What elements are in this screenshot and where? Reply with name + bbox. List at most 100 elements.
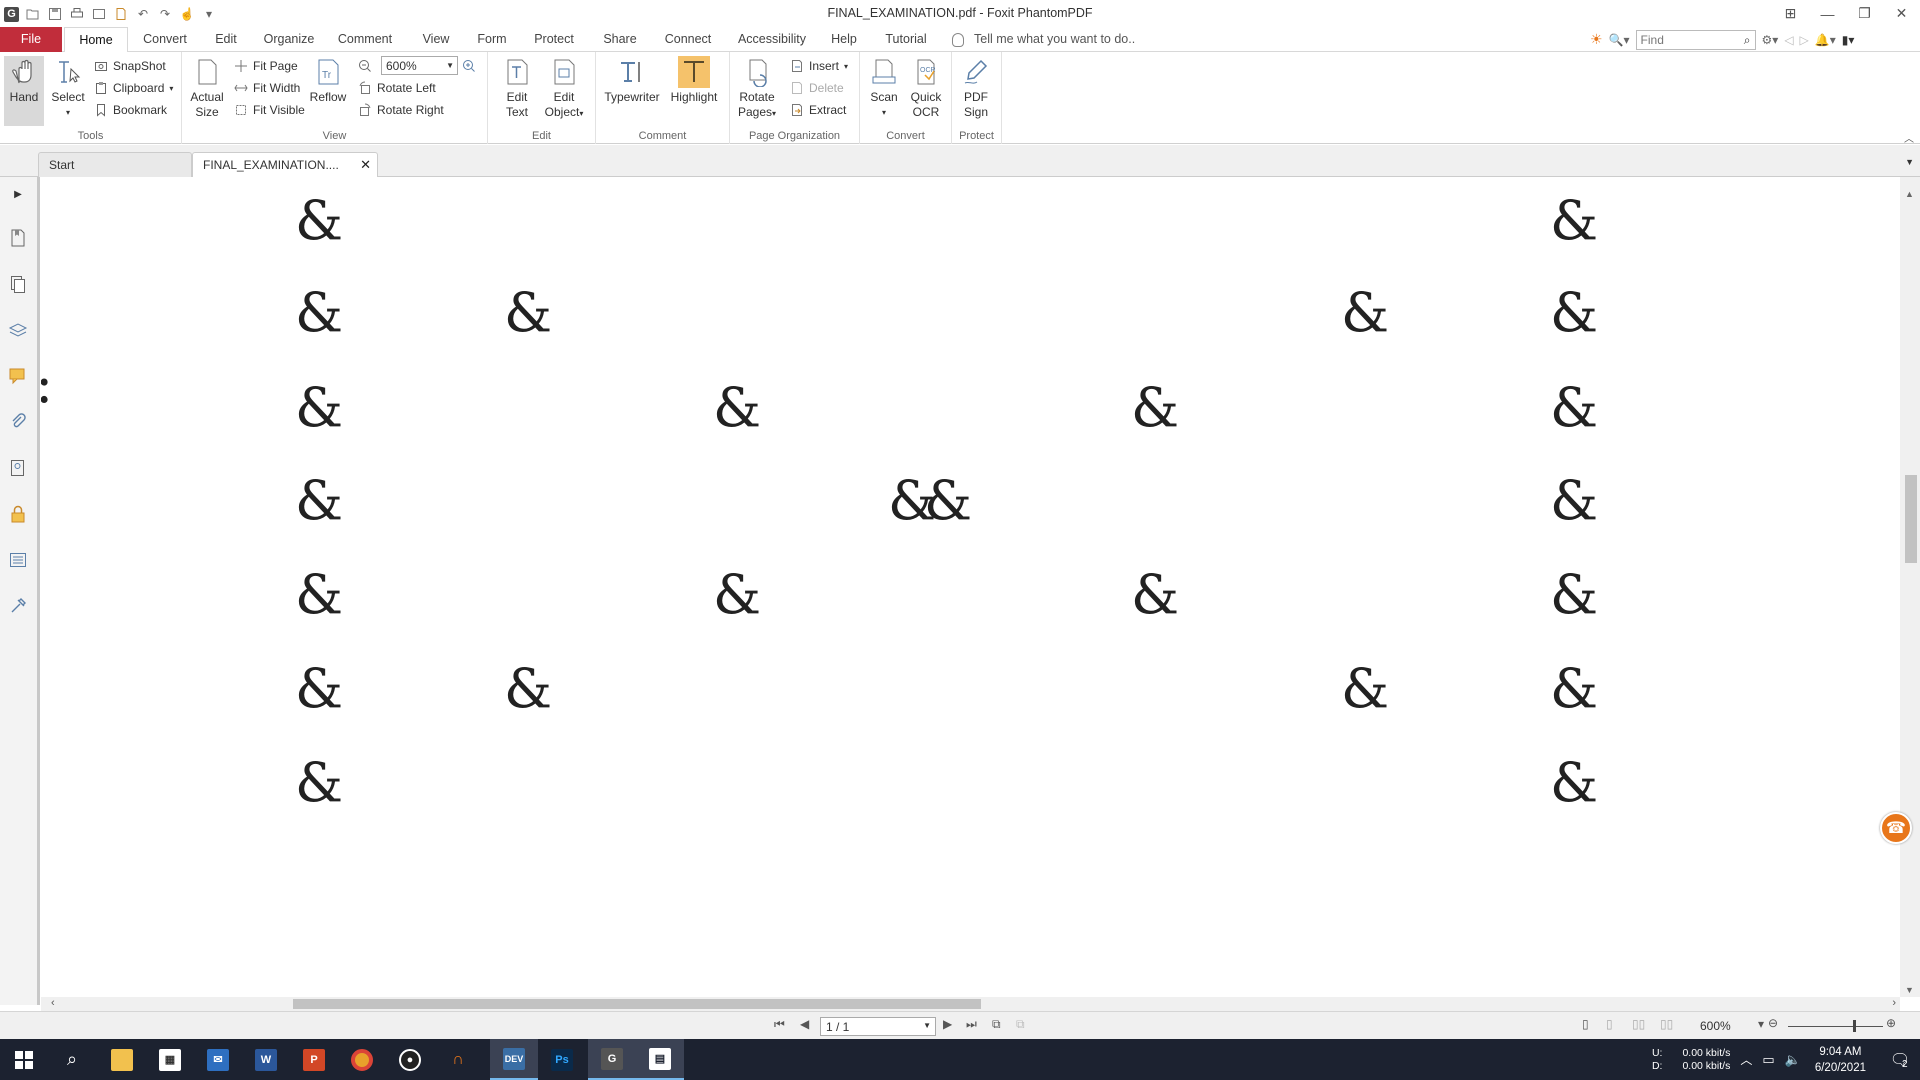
tab-start[interactable]: Start bbox=[38, 152, 192, 177]
bookmark-button[interactable]: Bookmark bbox=[94, 100, 167, 120]
previous-result-icon[interactable]: ◁ bbox=[1784, 33, 1793, 47]
tab-protect[interactable]: Protect bbox=[528, 27, 580, 52]
taskbar-headset-app[interactable]: ∩ bbox=[434, 1039, 482, 1080]
rotate-left-button[interactable]: Rotate Left bbox=[358, 78, 436, 98]
zoom-out-small-icon[interactable]: ⊖ bbox=[1768, 1016, 1778, 1030]
vertical-scroll-thumb[interactable] bbox=[1905, 475, 1917, 563]
actual-size-button[interactable]: Actual Size bbox=[186, 56, 228, 120]
zoom-in-button[interactable] bbox=[462, 56, 476, 76]
next-page-icon[interactable]: ▶ bbox=[943, 1017, 952, 1031]
reflow-button[interactable]: Tr Reflow bbox=[308, 56, 348, 105]
minimize-button[interactable]: — bbox=[1809, 0, 1846, 27]
scroll-left-arrow-icon[interactable]: ‹ bbox=[51, 997, 55, 1009]
snapshot-button[interactable]: SnapShot bbox=[94, 56, 166, 76]
pdf-sign-button[interactable]: PDF Sign bbox=[956, 56, 996, 120]
clipboard-button[interactable]: Clipboard ▾ bbox=[94, 78, 173, 98]
tab-form[interactable]: Form bbox=[474, 27, 510, 52]
insert-button[interactable]: Insert ▾ bbox=[790, 56, 848, 76]
extract-button[interactable]: Extract bbox=[790, 100, 846, 120]
fit-page-button[interactable]: Fit Page bbox=[234, 56, 298, 76]
highlight-button[interactable]: Highlight bbox=[666, 56, 722, 105]
taskbar-powerpoint[interactable]: P bbox=[290, 1039, 338, 1080]
content-panel-icon[interactable] bbox=[7, 549, 29, 571]
taskbar-chrome[interactable] bbox=[338, 1039, 386, 1080]
menu-file[interactable]: File bbox=[0, 27, 62, 52]
bell-icon[interactable]: 🔔▾ bbox=[1815, 33, 1836, 47]
sun-icon[interactable]: ☀ bbox=[1590, 31, 1603, 48]
zoom-combo[interactable]: 600% ▼ bbox=[381, 56, 458, 75]
zoom-slider[interactable] bbox=[1788, 1026, 1883, 1027]
close-tab-icon[interactable]: ✕ bbox=[360, 157, 371, 173]
ribbon-display-icon[interactable]: ⊞ bbox=[1772, 0, 1809, 27]
taskbar-foxit[interactable]: G bbox=[588, 1039, 636, 1080]
search-icon[interactable]: ⌕ bbox=[1744, 33, 1751, 48]
user-icon[interactable]: ▮▾ bbox=[1842, 33, 1855, 47]
security-lock-icon[interactable] bbox=[7, 503, 29, 525]
close-button[interactable]: ✕ bbox=[1883, 0, 1920, 27]
start-button[interactable] bbox=[0, 1039, 48, 1080]
clock[interactable]: 9:04 AM 6/20/2021 bbox=[1815, 1044, 1866, 1076]
find-input[interactable]: Find ⌕ bbox=[1635, 29, 1756, 50]
taskbar-store[interactable]: ▦ bbox=[146, 1039, 194, 1080]
rotate-right-button[interactable]: Rotate Right bbox=[358, 100, 444, 120]
tab-edit[interactable]: Edit bbox=[208, 27, 244, 52]
zoom-dropdown-icon[interactable]: ▼ bbox=[446, 61, 454, 70]
previous-view-icon[interactable]: ⧉ bbox=[992, 1017, 1001, 1032]
previous-page-icon[interactable]: ◀ bbox=[800, 1017, 809, 1031]
hand-button[interactable]: Hand bbox=[4, 56, 44, 126]
facing-view-icon[interactable]: ▯▯ bbox=[1632, 1017, 1645, 1031]
comments-panel-icon[interactable] bbox=[7, 365, 29, 387]
scroll-up-arrow-icon[interactable]: ▲ bbox=[1905, 189, 1914, 199]
scroll-down-arrow-icon[interactable]: ▼ bbox=[1905, 985, 1914, 995]
fit-width-button[interactable]: Fit Width bbox=[234, 78, 300, 98]
select-button[interactable]: Select ▾ bbox=[48, 56, 88, 120]
taskbar-obs[interactable]: ● bbox=[386, 1039, 434, 1080]
taskbar-mail[interactable]: ✉ bbox=[194, 1039, 242, 1080]
scan-button[interactable]: Scan ▾ bbox=[864, 56, 904, 120]
pages-panel-icon[interactable] bbox=[7, 273, 29, 295]
tab-connect[interactable]: Connect bbox=[660, 27, 716, 52]
tray-overflow-icon[interactable]: ︿ bbox=[1740, 1051, 1752, 1068]
edit-object-button[interactable]: Edit Object▾ bbox=[540, 56, 588, 121]
zoom-percent[interactable]: 600% bbox=[1700, 1019, 1731, 1033]
next-result-icon[interactable]: ▷ bbox=[1800, 33, 1809, 47]
tab-tutorial[interactable]: Tutorial bbox=[878, 27, 934, 52]
taskbar-window-app[interactable]: ▤ bbox=[636, 1039, 684, 1080]
tab-share[interactable]: Share bbox=[596, 27, 644, 52]
volume-icon[interactable]: 🔈 bbox=[1785, 1052, 1801, 1068]
tab-comment[interactable]: Comment bbox=[334, 27, 396, 52]
page-dropdown-icon[interactable]: ▼ bbox=[923, 1021, 931, 1030]
tab-list-dropdown-icon[interactable]: ▼ bbox=[1905, 157, 1914, 167]
notification-center-button[interactable]: 🗨 2 bbox=[1880, 1039, 1920, 1080]
network-icon[interactable]: ▭ bbox=[1762, 1052, 1774, 1068]
scroll-right-arrow-icon[interactable]: › bbox=[1892, 997, 1896, 1009]
single-page-view-icon[interactable]: ▯ bbox=[1582, 1017, 1589, 1031]
zoom-dropdown-arrow-icon[interactable]: ▾ bbox=[1758, 1017, 1764, 1031]
last-page-icon[interactable]: ⏭ bbox=[966, 1017, 977, 1032]
collapse-ribbon-icon[interactable]: ︿ bbox=[1904, 130, 1914, 145]
next-view-icon[interactable]: ⧉ bbox=[1016, 1017, 1025, 1032]
assistant-float-icon[interactable]: ☎ bbox=[1880, 812, 1912, 844]
horizontal-scrollbar[interactable]: ‹ › bbox=[41, 997, 1900, 1011]
attachments-panel-icon[interactable] bbox=[7, 411, 29, 433]
bookmarks-panel-icon[interactable] bbox=[7, 227, 29, 249]
zoom-out-button[interactable] bbox=[358, 56, 372, 76]
tab-convert[interactable]: Convert bbox=[140, 27, 190, 52]
edit-text-button[interactable]: Edit Text bbox=[496, 56, 538, 120]
zoom-in-small-icon[interactable]: ⊕ bbox=[1886, 1016, 1896, 1030]
search-button[interactable]: ⌕ bbox=[48, 1039, 96, 1080]
tab-document[interactable]: FINAL_EXAMINATION.... ✕ bbox=[192, 152, 378, 177]
tools-panel-icon[interactable] bbox=[7, 595, 29, 617]
continuous-view-icon[interactable]: ▯ bbox=[1606, 1017, 1613, 1031]
typewriter-button[interactable]: Typewriter bbox=[602, 56, 662, 105]
continuous-facing-view-icon[interactable]: ▯▯ bbox=[1660, 1017, 1673, 1031]
taskbar-word[interactable]: W bbox=[242, 1039, 290, 1080]
page-number-input[interactable]: 1 / 1 ▼ bbox=[820, 1017, 936, 1036]
settings-icon[interactable]: ⚙▾ bbox=[1762, 33, 1779, 47]
tab-accessibility[interactable]: Accessibility bbox=[734, 27, 810, 52]
expand-panel-icon[interactable]: ▶ bbox=[7, 183, 29, 205]
restore-button[interactable]: ❐ bbox=[1846, 0, 1883, 27]
tab-view[interactable]: View bbox=[414, 27, 458, 52]
taskbar-photoshop[interactable]: Ps bbox=[538, 1039, 586, 1080]
horizontal-scroll-thumb[interactable] bbox=[293, 999, 981, 1009]
